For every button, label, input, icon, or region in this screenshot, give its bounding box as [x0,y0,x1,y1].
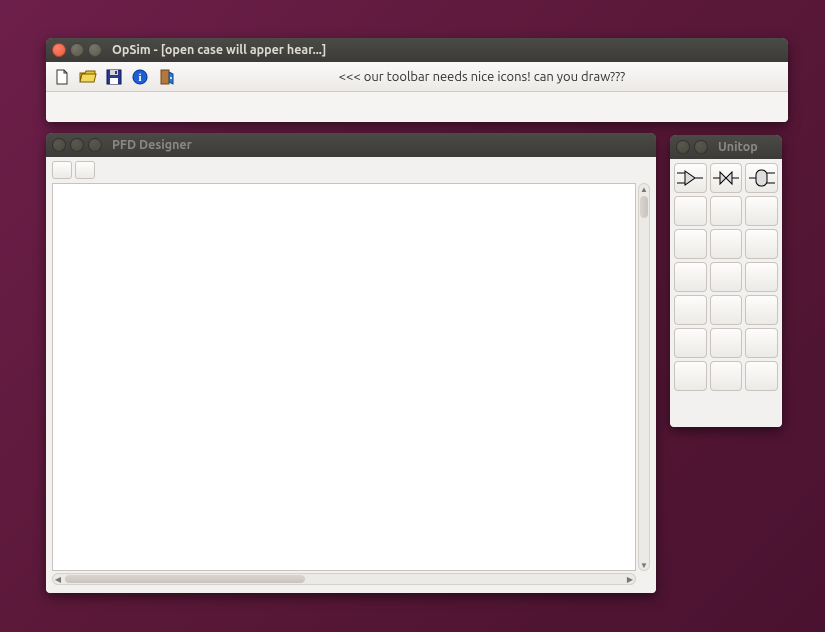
unitop-empty[interactable] [710,229,743,259]
unitop-empty[interactable] [674,196,707,226]
design-canvas[interactable] [52,183,636,571]
unitop-empty[interactable] [710,262,743,292]
pfd-window-title: PFD Designer [112,138,192,152]
toolbar-message: <<< our toolbar needs nice icons! can yo… [182,70,782,84]
scroll-left-icon[interactable]: ◀ [53,574,63,584]
main-window-title: OpSim - [open case will apper hear...] [112,43,326,57]
unitop-empty[interactable] [745,262,778,292]
minimize-icon[interactable] [70,43,84,57]
scroll-down-icon[interactable]: ▼ [639,560,649,570]
main-window-body: i <<< our toolbar needs nice icons! can … [46,62,788,122]
unitop-window-title: Unitop [718,140,758,154]
unitop-window: Unitop [670,135,782,427]
save-icon[interactable] [104,67,124,87]
unitop-titlebar[interactable]: Unitop [670,135,782,159]
unitop-palette [670,159,782,395]
unitop-empty[interactable] [674,229,707,259]
unitop-empty[interactable] [674,295,707,325]
unitop-valve[interactable] [710,163,743,193]
open-file-icon[interactable] [78,67,98,87]
svg-text:i: i [138,72,141,84]
unitop-empty[interactable] [745,295,778,325]
unitop-empty[interactable] [745,196,778,226]
main-titlebar[interactable]: OpSim - [open case will apper hear...] [46,38,788,62]
close-icon[interactable] [52,43,66,57]
main-client-area [46,92,788,122]
close-icon[interactable] [52,138,66,152]
pfd-tool-1[interactable] [52,161,72,179]
exit-icon[interactable] [156,67,176,87]
unitop-empty[interactable] [674,328,707,358]
unitop-empty[interactable] [710,295,743,325]
vertical-scroll-thumb[interactable] [640,196,648,218]
new-file-icon[interactable] [52,67,72,87]
info-icon[interactable]: i [130,67,150,87]
minimize-icon[interactable] [694,140,708,154]
vertical-scrollbar[interactable]: ▲ ▼ [638,183,650,571]
minimize-icon[interactable] [70,138,84,152]
unitop-body [670,159,782,427]
main-window: OpSim - [open case will apper hear...] i… [46,38,788,122]
pfd-titlebar[interactable]: PFD Designer [46,133,656,157]
unitop-empty[interactable] [710,361,743,391]
unitop-mixer[interactable] [674,163,707,193]
scroll-up-icon[interactable]: ▲ [639,184,649,194]
pfd-window-body: ▲ ▼ ◀ ▶ [46,157,656,593]
maximize-icon[interactable] [88,43,102,57]
close-icon[interactable] [676,140,690,154]
unitop-empty[interactable] [674,361,707,391]
pfd-tool-2[interactable] [75,161,95,179]
pfd-toolbar [46,157,656,183]
horizontal-scroll-thumb[interactable] [65,575,305,583]
unitop-empty[interactable] [710,196,743,226]
pfd-designer-window: PFD Designer ▲ ▼ ◀ ▶ [46,133,656,593]
unitop-empty[interactable] [745,229,778,259]
scroll-right-icon[interactable]: ▶ [625,574,635,584]
unitop-empty[interactable] [745,361,778,391]
main-toolbar: i <<< our toolbar needs nice icons! can … [46,62,788,92]
unitop-separator[interactable] [745,163,778,193]
unitop-empty[interactable] [674,262,707,292]
unitop-empty[interactable] [745,328,778,358]
maximize-icon[interactable] [88,138,102,152]
canvas-wrap: ▲ ▼ ◀ ▶ [52,183,650,585]
horizontal-scrollbar[interactable]: ◀ ▶ [52,573,636,585]
unitop-empty[interactable] [710,328,743,358]
